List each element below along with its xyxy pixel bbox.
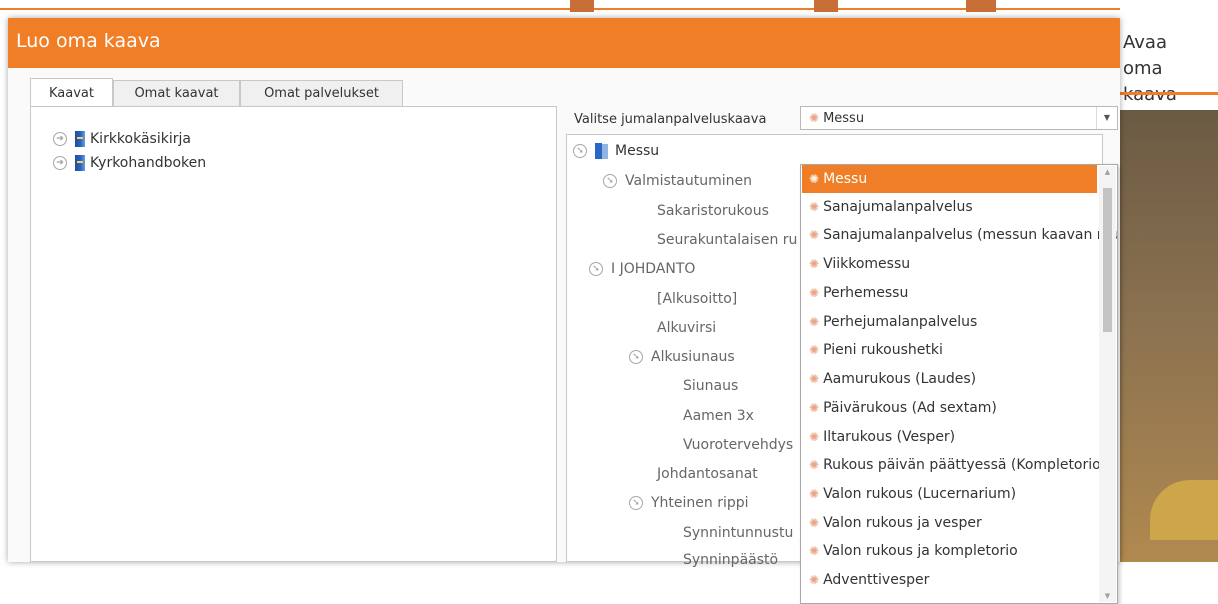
- service-template-label: Valitse jumalanpalveluskaava: [574, 112, 767, 127]
- dialog-body: Kaavat Omat kaavat Omat palvelukset ➔ Ki…: [8, 68, 1120, 604]
- structure-item[interactable]: Siunaus: [683, 376, 738, 396]
- dropdown-option[interactable]: ✺ Valon rukous ja kompletorio: [802, 537, 1097, 565]
- dropdown-option[interactable]: ✺ Aamurukous (Laudes): [802, 365, 1097, 393]
- structure-item[interactable]: Synnintunnustu: [683, 523, 793, 543]
- expand-arrow-icon[interactable]: ➔: [53, 132, 67, 146]
- book-icon: [75, 155, 85, 171]
- dropdown-option[interactable]: ✺ Adventtivesper: [802, 566, 1097, 594]
- structure-item[interactable]: ➘ Messu: [573, 141, 659, 161]
- structure-item[interactable]: Alkuvirsi: [657, 318, 716, 338]
- tree-item-kyrkohandboken[interactable]: ➔ Kyrkohandboken: [53, 153, 206, 173]
- dropdown-option[interactable]: ✺ Valon rukous ja vesper: [802, 509, 1097, 537]
- sun-icon: ✺: [809, 544, 820, 558]
- dialog-titlebar[interactable]: Luo oma kaava: [8, 18, 1120, 68]
- collapse-arrow-icon[interactable]: ➘: [589, 262, 603, 276]
- expand-arrow-icon[interactable]: ➔: [53, 156, 67, 170]
- sun-icon: ✺: [809, 401, 820, 415]
- sun-icon: ✺: [809, 516, 820, 530]
- sun-icon: ✺: [809, 372, 820, 386]
- dropdown-option[interactable]: ✺ Pieni rukoushetki: [802, 336, 1097, 364]
- sun-icon: ✺: [809, 343, 820, 357]
- scrollbar-thumb[interactable]: [1103, 188, 1112, 332]
- tab-omat-palvelukset[interactable]: Omat palvelukset: [240, 80, 403, 106]
- background-marker: [814, 0, 838, 12]
- chevron-down-icon[interactable]: ▼: [1096, 107, 1117, 129]
- collapse-arrow-icon[interactable]: ➘: [573, 144, 587, 158]
- tab-kaavat[interactable]: Kaavat: [30, 78, 113, 106]
- dropdown-option[interactable]: ✺ Messu: [802, 165, 1097, 193]
- collapse-arrow-icon[interactable]: ➘: [629, 496, 643, 510]
- sun-icon: ✺: [809, 228, 820, 242]
- combobox-value: ✺ Messu: [809, 110, 865, 126]
- dropdown-option[interactable]: ✺ Sanajumalanpalvelus: [802, 193, 1097, 221]
- structure-item[interactable]: ➘ Valmistautuminen: [603, 171, 752, 191]
- dropdown-option[interactable]: ✺ Perhejumalanpalvelus: [802, 308, 1097, 336]
- sun-icon: ✺: [809, 430, 820, 444]
- structure-item[interactable]: Aamen 3x: [683, 406, 754, 426]
- scroll-down-arrow-icon[interactable]: ▼: [1099, 592, 1116, 600]
- background-photo: [1120, 110, 1218, 562]
- sun-icon: ✺: [809, 200, 820, 214]
- service-template-combobox[interactable]: ✺ Messu ▼: [800, 106, 1118, 130]
- dropdown-option[interactable]: ✺ Valon rukous (Lucernarium): [802, 480, 1097, 508]
- sun-icon: ✺: [809, 257, 820, 271]
- dropdown-option[interactable]: ✺ Viikkomessu: [802, 250, 1097, 278]
- structure-item[interactable]: Sakaristorukous: [657, 201, 769, 221]
- open-book-icon: [595, 143, 609, 159]
- background-marker: [570, 0, 594, 12]
- sun-icon: ✺: [809, 487, 820, 501]
- dropdown-option[interactable]: ✺Sanajumalanpalvelus (messun kaavan muka…: [802, 221, 1117, 249]
- structure-item[interactable]: ➘ Alkusiunaus: [629, 347, 735, 367]
- structure-item[interactable]: Synninpäästö: [683, 550, 778, 570]
- background-accent-underline: [1120, 92, 1218, 95]
- structure-item[interactable]: Johdantosanat: [657, 464, 758, 484]
- sun-icon: ✺: [809, 573, 820, 587]
- create-template-dialog: Luo oma kaava Kaavat Omat kaavat Omat pa…: [8, 18, 1120, 604]
- background-marker: [966, 0, 996, 12]
- dialog-title: Luo oma kaava: [16, 30, 161, 52]
- book-icon: [75, 131, 85, 147]
- structure-item[interactable]: ➘ Yhteinen rippi: [629, 493, 749, 513]
- structure-item[interactable]: ➘ I JOHDANTO: [589, 259, 695, 279]
- service-template-dropdown-list[interactable]: ✺ Messu ✺ Sanajumalanpalvelus ✺ Sanajumalan…: [800, 164, 1118, 604]
- background-header: [0, 0, 1218, 18]
- collapse-arrow-icon[interactable]: ➘: [629, 350, 643, 364]
- dropdown-option[interactable]: ✺ Perhemessu: [802, 279, 1097, 307]
- sun-icon: ✺: [809, 315, 820, 329]
- tree-item-kirkkokasikirja[interactable]: ➔ Kirkkokäsikirja: [53, 129, 191, 149]
- collapse-arrow-icon[interactable]: ➘: [603, 174, 617, 188]
- dropdown-option[interactable]: ✺ Rukous päivän päättyessä (Kompletorio): [802, 451, 1106, 479]
- dropdown-scrollbar[interactable]: ▲ ▼: [1099, 166, 1116, 602]
- background-open-own-template-link[interactable]: Avaa oma kaava: [1123, 30, 1218, 108]
- template-tree-panel: ➔ Kirkkokäsikirja ➔ Kyrkohandboken: [30, 106, 557, 562]
- scroll-up-arrow-icon[interactable]: ▲: [1099, 168, 1116, 176]
- sun-icon: ✺: [809, 172, 820, 186]
- dropdown-option[interactable]: ✺ Iltarukous (Vesper): [802, 423, 1097, 451]
- structure-item[interactable]: Vuorotervehdys: [683, 435, 793, 455]
- sun-icon: ✺: [809, 286, 820, 300]
- tab-omat-kaavat[interactable]: Omat kaavat: [113, 80, 240, 106]
- structure-item[interactable]: [Alkusoitto]: [657, 289, 737, 309]
- structure-item[interactable]: Seurakuntalaisen ru: [657, 230, 797, 250]
- sun-icon: ✺: [809, 111, 820, 125]
- sun-icon: ✺: [809, 458, 820, 472]
- dropdown-option[interactable]: ✺ Päivärukous (Ad sextam): [802, 394, 1097, 422]
